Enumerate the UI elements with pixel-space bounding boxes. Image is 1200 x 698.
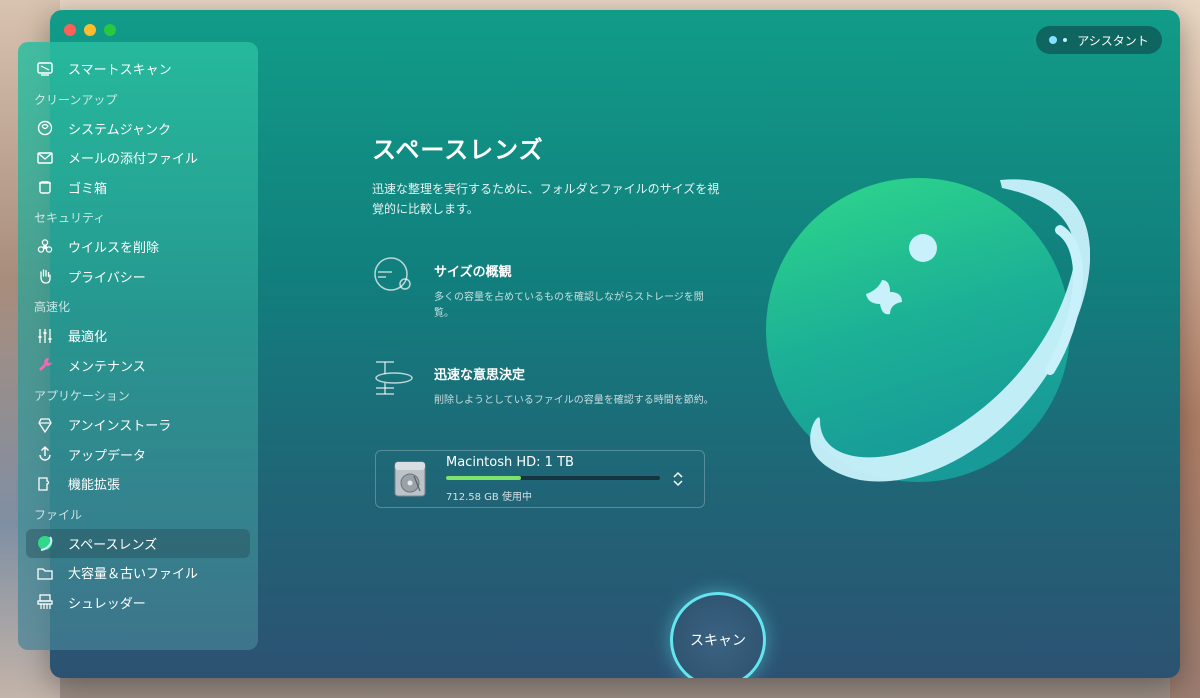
sidebar-item-label: スマートスキャン — [68, 63, 172, 79]
disk-name: Macintosh HD: 1 TB — [446, 455, 574, 470]
disk-selector[interactable]: Macintosh HD: 1 TB 712.58 GB 使用中 — [375, 450, 705, 508]
sidebar-item-biohazard[interactable]: ウイルスを削除 — [18, 232, 258, 262]
sidebar-section-label: セキュリティ — [34, 211, 106, 225]
hard-drive-icon — [394, 461, 426, 497]
hand-icon — [36, 267, 54, 285]
sliders-icon — [36, 327, 54, 345]
disk-info: Macintosh HD: 1 TB 712.58 GB 使用中 — [446, 455, 666, 503]
smart-scan-icon — [36, 60, 54, 78]
minimize-window-button[interactable] — [84, 24, 96, 36]
updater-icon — [36, 445, 54, 463]
feature-title: 迅速な意思決定 — [434, 368, 526, 383]
feature-description: 多くの容量を占めているものを確認しながらストレージを閲覧。 — [434, 292, 704, 319]
extensions-icon — [36, 475, 54, 493]
size-overview-icon — [374, 257, 411, 291]
sidebar-item-label: ゴミ箱 — [68, 181, 108, 197]
folder-icon — [36, 564, 54, 582]
window-controls — [64, 24, 116, 36]
sidebar: スマートスキャンクリーンアップシステムジャンクメールの添付ファイル ゴミ箱セキュリ… — [18, 42, 258, 650]
assistant-button[interactable]: アシスタント — [1036, 26, 1162, 54]
space-lens-planet-illustration — [766, 178, 1090, 482]
sidebar-item-label: スペースレンズ — [68, 537, 158, 553]
disk-usage-fill — [446, 476, 521, 480]
space-lens-icon — [36, 534, 54, 552]
scan-button[interactable]: スキャン — [670, 592, 766, 678]
disk-usage-bar — [446, 476, 660, 480]
sidebar-item-label: シュレッダー — [68, 596, 146, 612]
disk-used-text: 712.58 GB 使用中 — [446, 492, 532, 503]
sidebar-item-smart-scan[interactable]: スマートスキャン — [18, 54, 258, 84]
assistant-label: アシスタント — [1077, 33, 1149, 48]
sidebar-item-folder[interactable]: 大容量＆古いファイル — [18, 558, 258, 588]
chevron-up-down-icon[interactable] — [666, 470, 690, 488]
zoom-window-button[interactable] — [104, 24, 116, 36]
sidebar-item-label: アンインストーラ — [68, 419, 172, 435]
feature-title: サイズの概観 — [434, 265, 512, 280]
sidebar-item-hand[interactable]: プライバシー — [18, 262, 258, 292]
feature-size-overview: サイズの概観 多くの容量を占めているものを確認しながらストレージを閲覧。 — [372, 257, 722, 322]
mail-icon — [36, 149, 54, 167]
shredder-icon — [36, 593, 54, 611]
trash-icon — [36, 178, 54, 196]
close-window-button[interactable] — [64, 24, 76, 36]
sidebar-item-label: ウイルスを削除 — [68, 241, 160, 257]
sidebar-section-label: クリーンアップ — [34, 92, 118, 107]
sidebar-item-uninstaller[interactable]: アンインストーラ — [18, 410, 258, 440]
sidebar-section-label: 高速化 — [34, 300, 71, 314]
sidebar-item-sliders[interactable]: 最適化 — [18, 321, 258, 351]
assistant-dot-icon — [1049, 36, 1058, 44]
sidebar-section-label: アプリケーション — [34, 389, 130, 403]
sidebar-item-mail[interactable]: メールの添付ファイル — [18, 143, 258, 173]
quick-decision-icon — [375, 361, 413, 395]
feature-quick-decision: 迅速な意思決定 削除しようとしているファイルの容量を確認する時間を節約。 — [372, 361, 722, 414]
sidebar-section-label: ファイル — [34, 507, 83, 522]
page-description: 迅速な整理を実行するために、フォルダとファイルのサイズを視覚的に比較します。 — [372, 182, 720, 216]
feature-description: 削除しようとしているファイルの容量を確認する時間を節約。 — [434, 395, 714, 406]
sidebar-item-label: 機能拡張 — [68, 478, 121, 494]
sidebar-item-trash[interactable]: ゴミ箱 — [18, 173, 258, 203]
system-junk-icon — [36, 119, 54, 137]
wrench-icon — [36, 356, 54, 374]
page-title: スペースレンズ — [372, 136, 544, 164]
sidebar-item-shredder[interactable]: シュレッダー — [18, 588, 258, 618]
main-content: スペースレンズ 迅速な整理を実行するために、フォルダとファイルのサイズを視覚的に… — [372, 130, 722, 414]
sidebar-item-label: プライバシー — [68, 270, 146, 286]
sidebar-item-updater[interactable]: アップデータ — [18, 440, 258, 470]
sidebar-item-extensions[interactable]: 機能拡張 — [18, 469, 258, 499]
assistant-small-dot-icon — [1063, 38, 1068, 42]
uninstaller-icon — [36, 416, 54, 434]
sidebar-item-label: メールの添付ファイル — [68, 152, 199, 168]
sidebar-item-space-lens[interactable]: スペースレンズ — [26, 528, 250, 558]
sidebar-item-label: アップデータ — [68, 448, 147, 464]
sidebar-item-label: メンテナンス — [68, 359, 146, 375]
sidebar-item-wrench[interactable]: メンテナンス — [18, 351, 258, 381]
sidebar-item-system-junk[interactable]: システムジャンク — [18, 114, 258, 144]
sidebar-item-label: 最適化 — [68, 330, 108, 346]
sidebar-item-label: 大容量＆古いファイル — [68, 567, 199, 583]
sidebar-item-label: システムジャンク — [68, 122, 171, 138]
biohazard-icon — [36, 238, 54, 256]
